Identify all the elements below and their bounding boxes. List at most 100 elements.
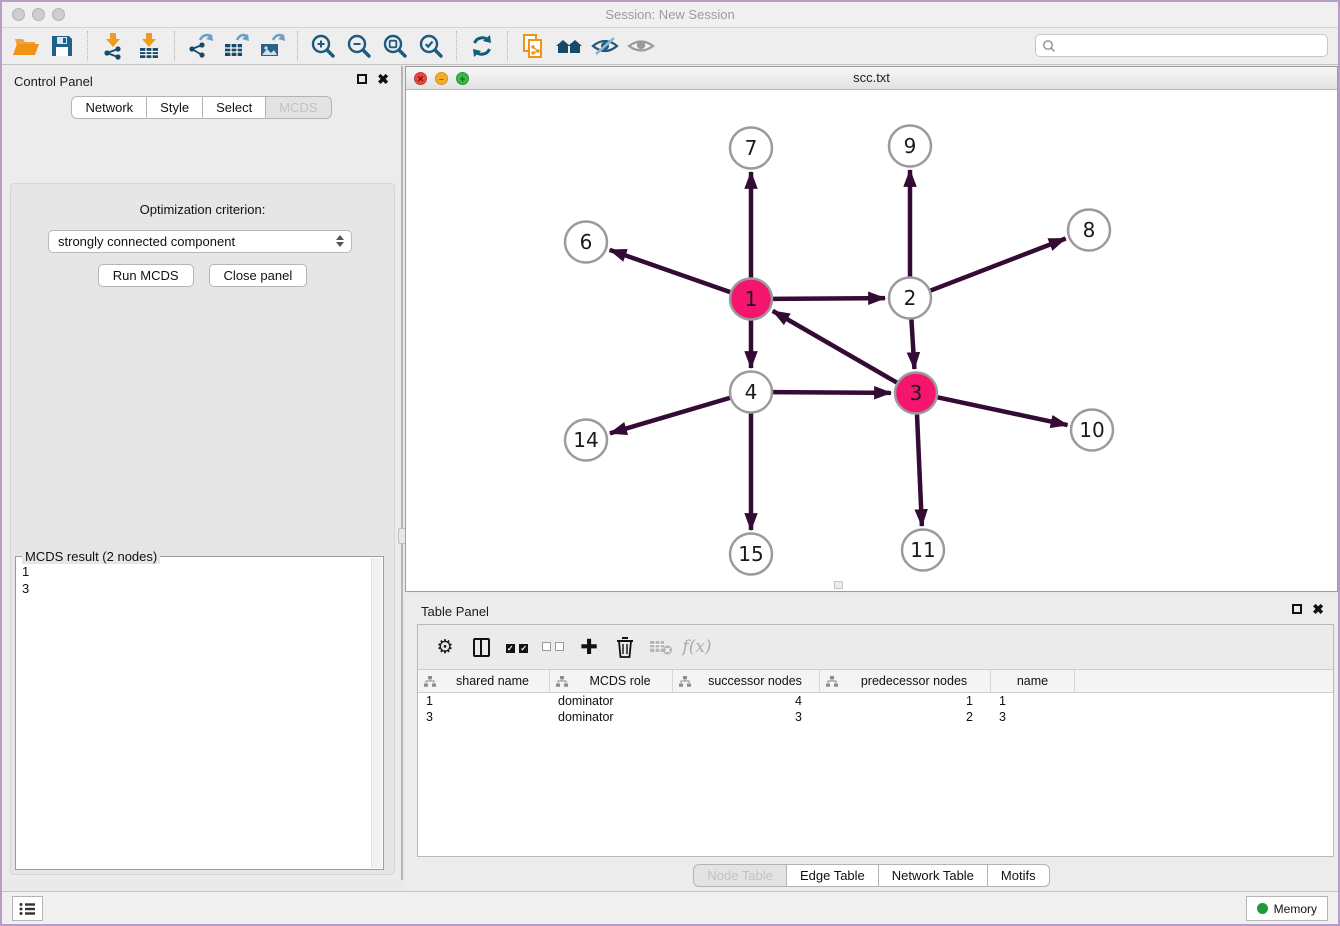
memory-label: Memory xyxy=(1274,902,1317,916)
import-network-button[interactable] xyxy=(95,31,131,62)
browse-home-button[interactable] xyxy=(551,31,587,62)
open-folder-icon xyxy=(12,32,40,60)
zoom-in-icon xyxy=(309,32,337,60)
node-9[interactable]: 9 xyxy=(889,126,931,167)
close-table-panel-icon[interactable]: ✖ xyxy=(1312,604,1324,614)
export-table-button[interactable] xyxy=(218,31,254,62)
hide-view-button[interactable] xyxy=(587,31,623,62)
column-header-successor-nodes[interactable]: successor nodes xyxy=(673,670,820,692)
network-maximize-button[interactable]: + xyxy=(456,72,469,85)
node-8[interactable]: 8 xyxy=(1068,210,1110,251)
node-label-14: 14 xyxy=(573,428,598,452)
node-11[interactable]: 11 xyxy=(902,530,944,571)
float-table-panel-icon[interactable] xyxy=(1292,604,1302,614)
memory-button[interactable]: Memory xyxy=(1246,896,1328,921)
close-window-button[interactable] xyxy=(12,8,25,21)
tab-edge-table[interactable]: Edge Table xyxy=(786,864,879,887)
refresh-view-button[interactable] xyxy=(464,31,500,62)
zoom-selected-button[interactable] xyxy=(413,31,449,62)
zoom-in-button[interactable] xyxy=(305,31,341,62)
float-panel-icon[interactable] xyxy=(357,74,367,84)
window-controls xyxy=(12,8,65,21)
cell-MCDS-role[interactable]: dominator xyxy=(550,709,673,725)
show-columns-button[interactable] xyxy=(466,632,496,662)
node-4[interactable]: 4 xyxy=(730,372,772,413)
tab-mcds[interactable]: MCDS xyxy=(265,96,331,119)
cell-shared-name[interactable]: 3 xyxy=(418,709,550,725)
network-minimize-button[interactable]: – xyxy=(435,72,448,85)
edge-1-2[interactable] xyxy=(773,298,885,299)
column-header-shared-name[interactable]: shared name xyxy=(418,670,550,692)
show-view-button[interactable] xyxy=(623,31,659,62)
deselect-all-button[interactable] xyxy=(538,632,568,662)
network-canvas[interactable]: 1 2 3 4 6 7 8 9 10 11 14 15 xyxy=(406,90,1337,591)
add-row-button[interactable]: ✚ xyxy=(574,632,604,662)
clone-network-button[interactable] xyxy=(515,31,551,62)
table-row[interactable]: 3dominator323 xyxy=(418,709,1333,725)
export-image-button[interactable] xyxy=(254,31,290,62)
optimization-label: Optimization criterion: xyxy=(11,202,394,217)
horizontal-splitter-handle[interactable] xyxy=(834,581,843,589)
criterion-select[interactable]: strongly connected component xyxy=(48,230,352,253)
tab-style[interactable]: Style xyxy=(146,96,203,119)
edge-4-3[interactable] xyxy=(773,392,891,393)
application-window: Session: New Session xyxy=(0,0,1340,926)
node-15[interactable]: 15 xyxy=(730,534,772,575)
column-header-name[interactable]: name xyxy=(991,670,1075,692)
zoom-out-button[interactable] xyxy=(341,31,377,62)
cell-shared-name[interactable]: 1 xyxy=(418,693,550,709)
mcds-panel: Optimization criterion: strongly connect… xyxy=(10,183,395,875)
select-all-button[interactable]: ✓ ✓ xyxy=(502,632,532,662)
node-7[interactable]: 7 xyxy=(730,128,772,169)
node-6[interactable]: 6 xyxy=(565,222,607,263)
node-10[interactable]: 10 xyxy=(1071,410,1113,451)
network-close-button[interactable]: ✕ xyxy=(414,72,427,85)
minimize-window-button[interactable] xyxy=(32,8,45,21)
save-session-button[interactable] xyxy=(44,31,80,62)
close-panel-button[interactable]: Close panel xyxy=(209,264,308,287)
edge-3-10[interactable] xyxy=(938,397,1068,425)
column-header-predecessor-nodes[interactable]: predecessor nodes xyxy=(820,670,991,692)
tab-node-table[interactable]: Node Table xyxy=(693,864,787,887)
import-network-icon xyxy=(99,32,127,60)
edge-3-11[interactable] xyxy=(917,414,922,526)
close-panel-icon[interactable]: ✖ xyxy=(377,74,389,84)
tab-select[interactable]: Select xyxy=(202,96,266,119)
import-table-button[interactable] xyxy=(131,31,167,62)
edge-2-8[interactable] xyxy=(931,239,1066,291)
node-3[interactable]: 3 xyxy=(895,373,937,414)
cell-successor-nodes[interactable]: 4 xyxy=(673,693,820,709)
cell-name[interactable]: 3 xyxy=(991,709,1075,725)
delete-row-button[interactable] xyxy=(610,632,640,662)
export-network-button[interactable] xyxy=(182,31,218,62)
network-window-titlebar[interactable]: ✕ – + scc.txt xyxy=(406,67,1337,90)
tab-motifs[interactable]: Motifs xyxy=(987,864,1050,887)
node-1[interactable]: 1 xyxy=(730,279,772,320)
open-session-button[interactable] xyxy=(8,31,44,62)
task-history-button[interactable] xyxy=(12,896,43,921)
node-14[interactable]: 14 xyxy=(565,420,607,461)
cell-successor-nodes[interactable]: 3 xyxy=(673,709,820,725)
maximize-window-button[interactable] xyxy=(52,8,65,21)
function-builder-button[interactable]: f(x) xyxy=(682,632,712,662)
table-row[interactable]: 1dominator411 xyxy=(418,693,1333,709)
edge-4-14[interactable] xyxy=(610,398,730,433)
node-2[interactable]: 2 xyxy=(889,278,931,319)
edge-3-1[interactable] xyxy=(773,311,897,383)
cell-predecessor-nodes[interactable]: 1 xyxy=(820,693,991,709)
cell-name[interactable]: 1 xyxy=(991,693,1075,709)
search-input[interactable] xyxy=(1056,39,1327,53)
tab-network-table[interactable]: Network Table xyxy=(878,864,988,887)
table-settings-button[interactable]: ⚙ xyxy=(430,632,460,662)
cell-MCDS-role[interactable]: dominator xyxy=(550,693,673,709)
column-header-MCDS-role[interactable]: MCDS role xyxy=(550,670,673,692)
edge-2-3[interactable] xyxy=(911,319,914,369)
zoom-fit-button[interactable] xyxy=(377,31,413,62)
tab-network[interactable]: Network xyxy=(71,96,147,119)
cell-predecessor-nodes[interactable]: 2 xyxy=(820,709,991,725)
run-mcds-button[interactable]: Run MCDS xyxy=(98,264,194,287)
edge-1-6[interactable] xyxy=(610,250,731,292)
delete-table-button[interactable] xyxy=(646,632,676,662)
unchecked-boxes-icon xyxy=(542,638,564,656)
result-scrollbar[interactable] xyxy=(371,558,382,868)
